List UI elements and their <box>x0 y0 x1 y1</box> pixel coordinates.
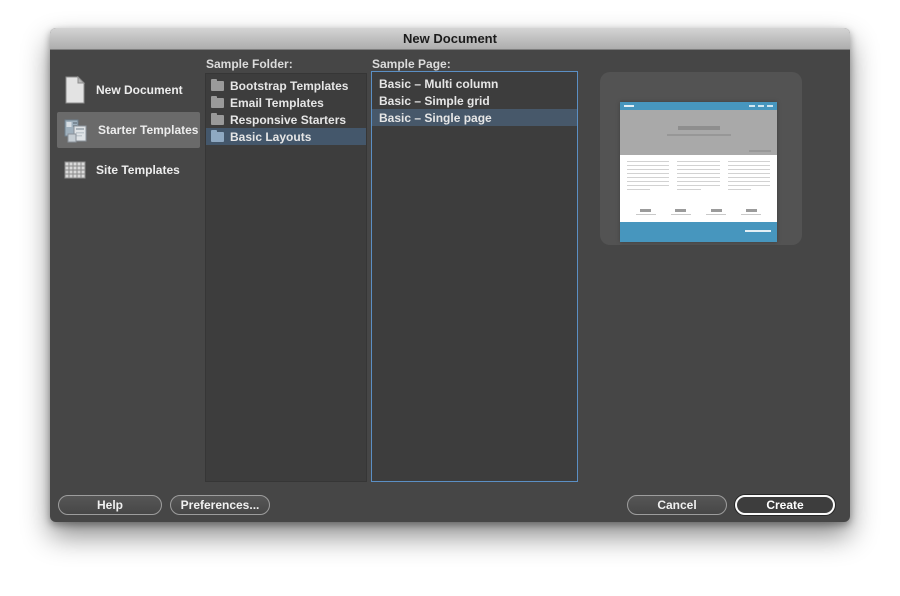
sidebar-item-starter-templates[interactable]: Starter Templates <box>57 112 200 148</box>
preview-logo-placeholder <box>624 105 634 107</box>
preview-nav-links <box>749 105 773 107</box>
site-templates-icon <box>64 160 86 180</box>
sample-page-label: Sample Page: <box>372 57 451 71</box>
title-bar: New Document <box>50 28 850 50</box>
window-title: New Document <box>403 31 497 46</box>
template-preview-panel <box>600 72 802 245</box>
cancel-button[interactable]: Cancel <box>627 495 727 515</box>
template-preview-thumbnail <box>620 102 777 242</box>
new-document-dialog: New Document New Document Starter Templa… <box>50 28 850 522</box>
sidebar-item-label: New Document <box>96 83 183 97</box>
folder-icon <box>211 98 224 108</box>
folder-icon <box>211 115 224 125</box>
sidebar-item-site-templates[interactable]: Site Templates <box>57 152 200 188</box>
starter-templates-icon <box>64 117 88 143</box>
preview-stats-row <box>620 202 777 222</box>
sample-folder-list[interactable]: Bootstrap Templates Email Templates Resp… <box>205 73 367 482</box>
help-button[interactable]: Help <box>58 495 162 515</box>
preview-content-columns <box>620 155 777 202</box>
folder-icon <box>211 81 224 91</box>
preview-hero-section <box>620 110 777 155</box>
preferences-button[interactable]: Preferences... <box>170 495 270 515</box>
folder-item-responsive-starters[interactable]: Responsive Starters <box>206 111 366 128</box>
create-button[interactable]: Create <box>735 495 835 515</box>
folder-icon <box>211 132 224 142</box>
folder-item-bootstrap-templates[interactable]: Bootstrap Templates <box>206 77 366 94</box>
page-item-basic-single-page[interactable]: Basic – Single page <box>372 109 577 126</box>
sidebar-item-label: Starter Templates <box>98 123 198 137</box>
sample-folder-label: Sample Folder: <box>206 57 293 71</box>
preview-navbar <box>620 102 777 110</box>
page-item-basic-multi-column[interactable]: Basic – Multi column <box>372 75 577 92</box>
sidebar-item-new-document[interactable]: New Document <box>57 72 200 108</box>
preview-footer <box>620 222 777 242</box>
page-item-basic-simple-grid[interactable]: Basic – Simple grid <box>372 92 577 109</box>
sample-page-list[interactable]: Basic – Multi column Basic – Simple grid… <box>371 71 578 482</box>
folder-item-basic-layouts[interactable]: Basic Layouts <box>206 128 366 145</box>
folder-item-email-templates[interactable]: Email Templates <box>206 94 366 111</box>
sidebar-item-label: Site Templates <box>96 163 180 177</box>
document-icon <box>64 76 86 104</box>
